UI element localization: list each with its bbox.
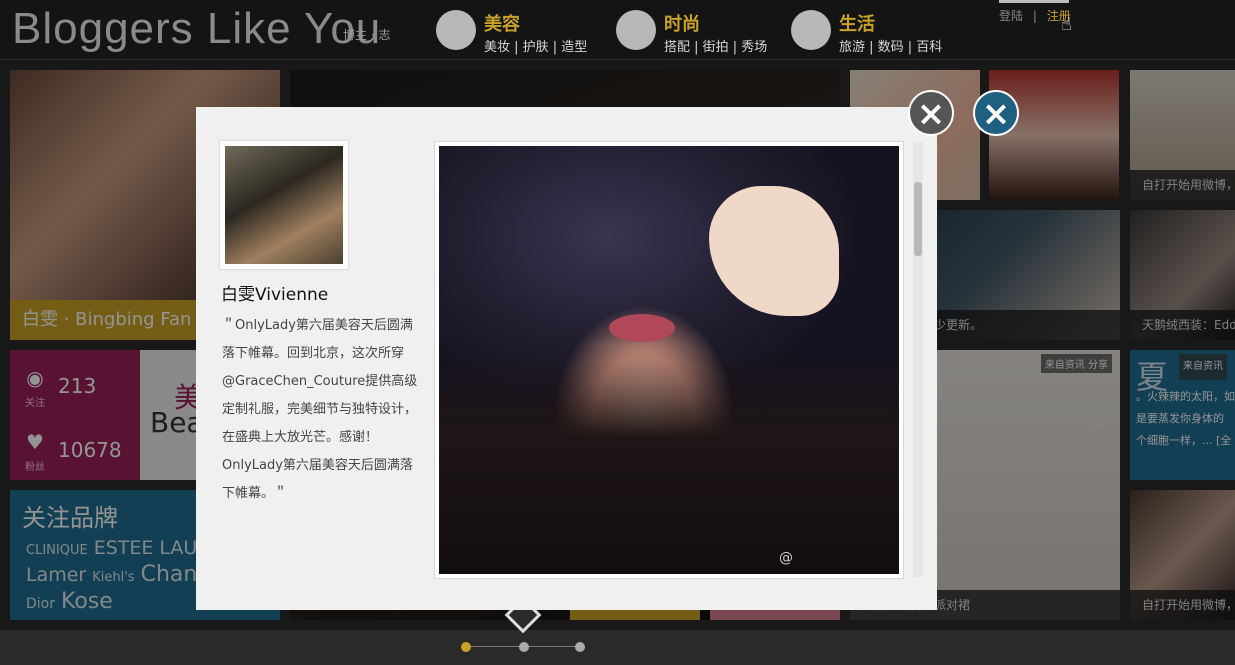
login-link[interactable]: 登陆 bbox=[999, 9, 1023, 23]
page: Bloggers Like You 博主 · 志 美容 美妆 | 护肤 | 造型… bbox=[0, 0, 1235, 665]
site-logo[interactable]: Bloggers Like You bbox=[12, 4, 381, 54]
weibo-watermark-icon: @ bbox=[779, 550, 793, 566]
nav-category-fashion[interactable]: 时尚 搭配 | 街拍 | 秀场 bbox=[616, 8, 786, 55]
scrollbar-thumb[interactable] bbox=[914, 182, 922, 256]
pagination bbox=[456, 640, 586, 654]
nav-category-beauty[interactable]: 美容 美妆 | 护肤 | 造型 bbox=[436, 8, 606, 55]
top-nav: Bloggers Like You 博主 · 志 美容 美妆 | 护肤 | 造型… bbox=[0, 0, 1235, 60]
modal-scrollbar[interactable] bbox=[913, 142, 923, 577]
page-dot-2[interactable] bbox=[519, 642, 529, 652]
close-icon[interactable]: × bbox=[908, 90, 954, 136]
post-text: ＂OnlyLady第六届美容天后圆满落下帷幕。回到北京，这次所穿@GraceCh… bbox=[222, 318, 418, 501]
photo-lips bbox=[609, 314, 675, 342]
face-icon bbox=[436, 10, 476, 50]
nav-category-title[interactable]: 美容 bbox=[484, 10, 520, 36]
auth-separator: | bbox=[1032, 9, 1037, 23]
logo-subtitle: 博主 · 志 bbox=[343, 28, 391, 42]
post-modal: 白雯Vivienne ＂OnlyLady第六届美容天后圆满落下帷幕。回到北京，这… bbox=[196, 107, 937, 610]
photo-hand bbox=[709, 186, 839, 316]
post-photo[interactable]: @ bbox=[439, 146, 899, 574]
page-dot-1[interactable] bbox=[461, 642, 471, 652]
page-dot-3[interactable] bbox=[575, 642, 585, 652]
avatar-image bbox=[225, 146, 343, 264]
high-heel-icon bbox=[616, 10, 656, 50]
hand-cursor-icon: ☝ bbox=[1061, 14, 1072, 35]
nav-category-links[interactable]: 美妆 | 护肤 | 造型 bbox=[484, 36, 587, 55]
nav-category-links[interactable]: 旅游 | 数码 | 百科 bbox=[839, 36, 942, 55]
post-photo-frame: @ bbox=[434, 141, 904, 579]
nav-category-title[interactable]: 时尚 bbox=[664, 10, 700, 36]
auth-indicator bbox=[999, 0, 1069, 3]
nav-category-links[interactable]: 搭配 | 街拍 | 秀场 bbox=[664, 36, 767, 55]
nav-category-title[interactable]: 生活 bbox=[839, 10, 875, 36]
photo-hair bbox=[439, 346, 899, 574]
close-button[interactable]: × bbox=[973, 90, 1019, 136]
nav-category-life[interactable]: 生活 旅游 | 数码 | 百科 bbox=[791, 8, 961, 55]
blogger-name[interactable]: 白雯Vivienne bbox=[221, 280, 328, 305]
coffee-cup-icon bbox=[791, 10, 831, 50]
blogger-avatar[interactable] bbox=[219, 140, 349, 270]
